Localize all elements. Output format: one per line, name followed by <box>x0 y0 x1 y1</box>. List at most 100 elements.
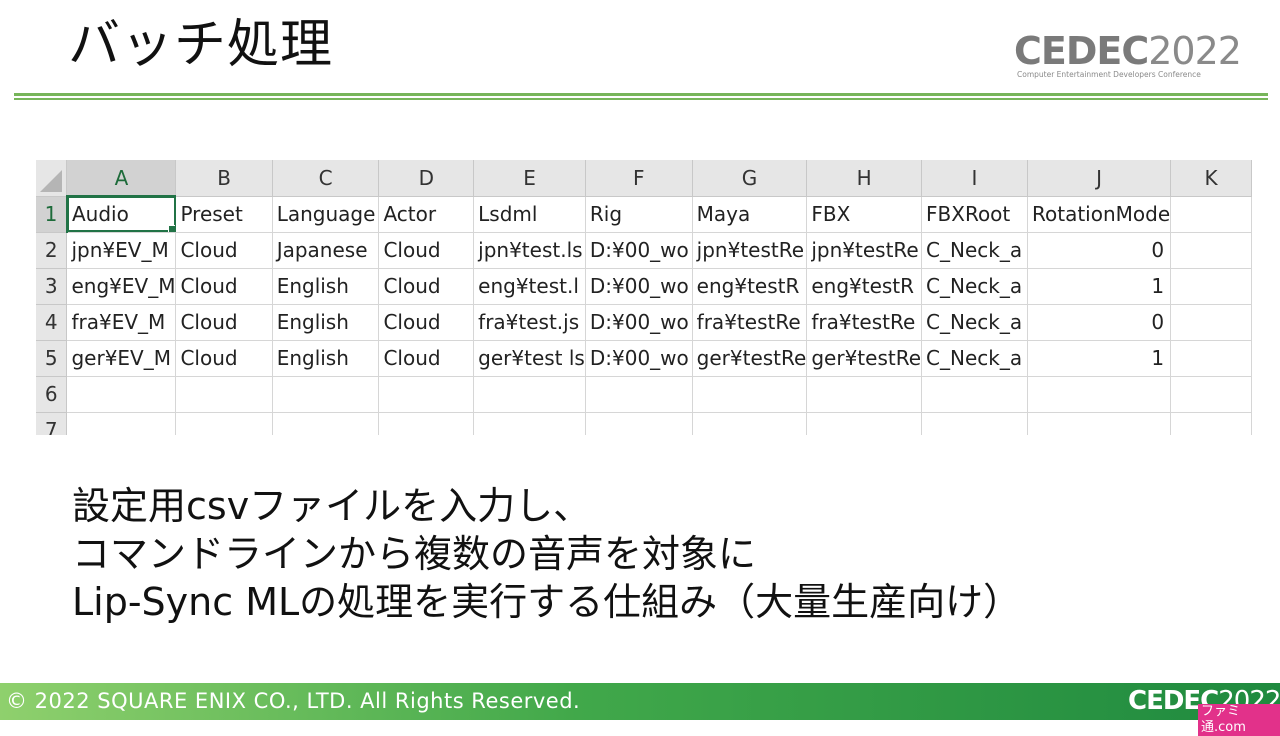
spreadsheet-cell[interactable]: English <box>272 268 380 305</box>
column-header[interactable]: C <box>272 160 380 197</box>
active-cell[interactable]: Audio <box>66 196 177 233</box>
spreadsheet-cell[interactable]: ger¥testRe <box>806 340 923 377</box>
spreadsheet-cell[interactable]: RotationMode <box>1027 196 1172 233</box>
row-header[interactable]: 3 <box>36 268 68 305</box>
column-header[interactable]: F <box>585 160 693 197</box>
spreadsheet-cell[interactable] <box>1170 412 1252 435</box>
column-header[interactable]: A <box>66 160 177 197</box>
spreadsheet-cell[interactable]: Cloud <box>175 304 273 341</box>
row-header[interactable]: 1 <box>36 196 68 233</box>
spreadsheet-cell[interactable]: jpn¥testRe <box>692 232 808 269</box>
spreadsheet-cell[interactable]: 1 <box>1027 268 1172 305</box>
spreadsheet-cell[interactable]: eng¥testR <box>692 268 808 305</box>
spreadsheet-cell[interactable] <box>272 412 380 435</box>
spreadsheet-cell[interactable] <box>272 376 380 413</box>
spreadsheet-row: 3 eng¥EV_M Cloud English Cloud eng¥test.l D:¥0… <box>36 268 1252 305</box>
spreadsheet-cell[interactable] <box>585 412 693 435</box>
spreadsheet-cell[interactable]: Cloud <box>378 340 475 377</box>
fill-handle[interactable] <box>168 224 175 231</box>
spreadsheet-cell[interactable]: ger¥EV_M <box>66 340 177 377</box>
famitsu-watermark: ファミ通.com <box>1198 704 1280 736</box>
spreadsheet-cell[interactable]: Cloud <box>378 232 475 269</box>
row-header[interactable]: 6 <box>36 376 68 413</box>
spreadsheet-cell[interactable]: jpn¥EV_M <box>66 232 177 269</box>
spreadsheet-cell[interactable]: fra¥test.js <box>473 304 586 341</box>
spreadsheet-cell[interactable] <box>585 376 693 413</box>
select-all-triangle-icon <box>40 169 63 192</box>
column-header[interactable]: G <box>692 160 808 197</box>
spreadsheet-cell[interactable]: English <box>272 340 380 377</box>
spreadsheet-cell[interactable] <box>378 376 475 413</box>
row-header[interactable]: 4 <box>36 304 68 341</box>
row-header[interactable]: 7 <box>36 412 68 435</box>
spreadsheet-cell[interactable]: 0 <box>1027 232 1172 269</box>
spreadsheet-cell[interactable]: fra¥EV_M <box>66 304 177 341</box>
spreadsheet-cell[interactable]: C_Neck_a <box>921 232 1028 269</box>
spreadsheet-cell[interactable]: Cloud <box>175 340 273 377</box>
spreadsheet-cell[interactable]: Cloud <box>175 232 273 269</box>
column-header[interactable]: E <box>473 160 586 197</box>
row-header[interactable]: 5 <box>36 340 68 377</box>
spreadsheet-cell[interactable]: fra¥testRe <box>806 304 923 341</box>
spreadsheet-cell[interactable]: Cloud <box>175 268 273 305</box>
spreadsheet-cell[interactable] <box>921 376 1028 413</box>
spreadsheet-cell[interactable] <box>175 412 273 435</box>
spreadsheet-cell[interactable]: fra¥testRe <box>692 304 808 341</box>
spreadsheet-cell[interactable] <box>473 412 586 435</box>
spreadsheet-cell[interactable]: D:¥00_wo <box>585 268 693 305</box>
spreadsheet-cell[interactable] <box>473 376 586 413</box>
spreadsheet-cell[interactable]: 1 <box>1027 340 1172 377</box>
spreadsheet-cell[interactable]: 0 <box>1027 304 1172 341</box>
spreadsheet-cell[interactable]: D:¥00_wo <box>585 340 693 377</box>
spreadsheet-cell[interactable] <box>921 412 1028 435</box>
spreadsheet-cell[interactable] <box>692 376 808 413</box>
spreadsheet-cell[interactable] <box>1170 196 1252 233</box>
column-header[interactable]: K <box>1170 160 1252 197</box>
spreadsheet-cell[interactable]: eng¥EV_M <box>66 268 177 305</box>
column-header[interactable]: I <box>921 160 1028 197</box>
spreadsheet-cell[interactable]: jpn¥test.ls <box>473 232 586 269</box>
spreadsheet-cell[interactable]: eng¥test.l <box>473 268 586 305</box>
spreadsheet-cell[interactable] <box>175 376 273 413</box>
spreadsheet-cell[interactable] <box>1170 268 1252 305</box>
spreadsheet-cell[interactable]: FBX <box>806 196 923 233</box>
spreadsheet-cell[interactable] <box>806 376 923 413</box>
spreadsheet-cell[interactable]: Lsdml <box>473 196 586 233</box>
column-header[interactable]: J <box>1027 160 1172 197</box>
spreadsheet-cell[interactable]: ger¥testRe <box>692 340 808 377</box>
spreadsheet-cell[interactable] <box>66 376 177 413</box>
row-header[interactable]: 2 <box>36 232 68 269</box>
spreadsheet-cell[interactable] <box>1170 340 1252 377</box>
spreadsheet-cell[interactable]: Preset <box>175 196 273 233</box>
spreadsheet-cell[interactable] <box>1170 304 1252 341</box>
spreadsheet-cell[interactable]: D:¥00_wo <box>585 232 693 269</box>
spreadsheet-cell[interactable] <box>1170 376 1252 413</box>
spreadsheet-cell[interactable]: ger¥test ls <box>473 340 586 377</box>
column-header[interactable]: B <box>175 160 273 197</box>
spreadsheet-cell[interactable] <box>692 412 808 435</box>
column-header[interactable]: H <box>806 160 923 197</box>
column-header[interactable]: D <box>378 160 475 197</box>
spreadsheet-cell[interactable]: Actor <box>378 196 475 233</box>
spreadsheet-cell[interactable]: Cloud <box>378 268 475 305</box>
spreadsheet-cell[interactable]: Language <box>272 196 380 233</box>
spreadsheet-cell[interactable]: FBXRoot <box>921 196 1028 233</box>
spreadsheet-cell[interactable] <box>1027 412 1172 435</box>
spreadsheet-cell[interactable]: D:¥00_wo <box>585 304 693 341</box>
spreadsheet-cell[interactable]: Japanese <box>272 232 380 269</box>
spreadsheet-cell[interactable]: Cloud <box>378 304 475 341</box>
spreadsheet-cell[interactable] <box>1027 376 1172 413</box>
spreadsheet-cell[interactable]: Maya <box>692 196 808 233</box>
spreadsheet-cell[interactable]: Rig <box>585 196 693 233</box>
spreadsheet-cell[interactable]: C_Neck_a <box>921 268 1028 305</box>
spreadsheet-cell[interactable]: eng¥testR <box>806 268 923 305</box>
spreadsheet-cell[interactable]: English <box>272 304 380 341</box>
spreadsheet-cell[interactable] <box>806 412 923 435</box>
spreadsheet-cell[interactable] <box>378 412 475 435</box>
spreadsheet-cell[interactable] <box>1170 232 1252 269</box>
spreadsheet-cell[interactable] <box>66 412 177 435</box>
spreadsheet-cell[interactable]: jpn¥testRe <box>806 232 923 269</box>
select-all-corner[interactable] <box>36 160 68 197</box>
spreadsheet-cell[interactable]: C_Neck_a <box>921 340 1028 377</box>
spreadsheet-cell[interactable]: C_Neck_a <box>921 304 1028 341</box>
